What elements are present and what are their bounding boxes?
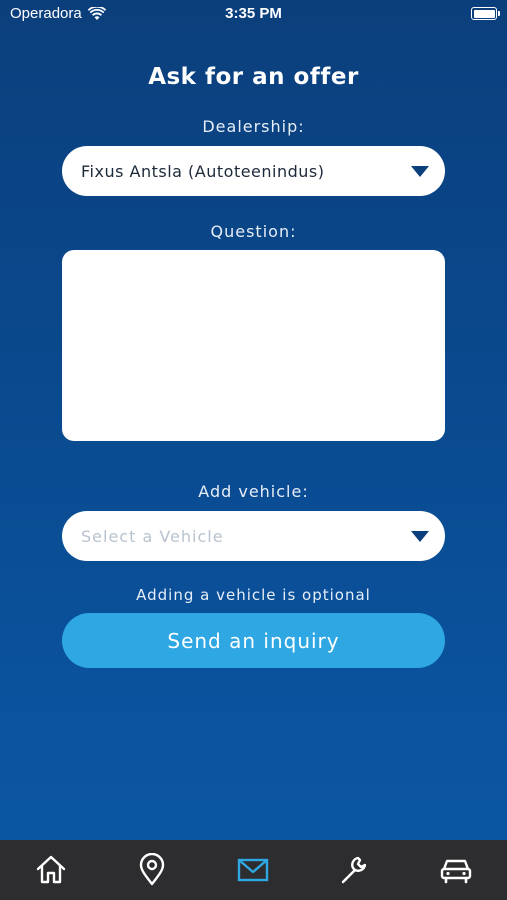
dealership-select[interactable]: Fixus Antsla (Autoteenindus) bbox=[62, 146, 445, 196]
tab-vehicles[interactable] bbox=[426, 840, 486, 900]
dealership-selected-value: Fixus Antsla (Autoteenindus) bbox=[81, 161, 325, 181]
add-vehicle-label: Add vehicle: bbox=[198, 482, 309, 501]
home-icon bbox=[36, 855, 65, 884]
tab-service[interactable] bbox=[325, 840, 385, 900]
dealership-label: Dealership: bbox=[202, 117, 305, 136]
location-pin-icon bbox=[139, 853, 165, 886]
vehicle-optional-hint: Adding a vehicle is optional bbox=[136, 586, 371, 604]
status-bar: Operadora 3:35 PM bbox=[0, 0, 507, 28]
mail-icon bbox=[238, 858, 269, 882]
tab-home[interactable] bbox=[21, 840, 81, 900]
tab-location[interactable] bbox=[122, 840, 182, 900]
vehicle-select[interactable]: Select a Vehicle bbox=[62, 511, 445, 561]
tab-messages[interactable] bbox=[223, 840, 283, 900]
caret-down-icon bbox=[411, 531, 429, 542]
wrench-icon bbox=[341, 856, 367, 884]
tab-bar bbox=[0, 840, 507, 900]
vehicle-placeholder: Select a Vehicle bbox=[81, 526, 224, 546]
send-inquiry-button[interactable]: Send an inquiry bbox=[62, 613, 445, 668]
caret-down-icon bbox=[411, 166, 429, 177]
battery-icon bbox=[471, 7, 500, 20]
page-title: Ask for an offer bbox=[148, 64, 359, 90]
car-icon bbox=[441, 859, 472, 884]
question-textarea[interactable] bbox=[62, 250, 445, 441]
clock: 3:35 PM bbox=[225, 5, 282, 22]
question-label: Question: bbox=[210, 222, 297, 241]
